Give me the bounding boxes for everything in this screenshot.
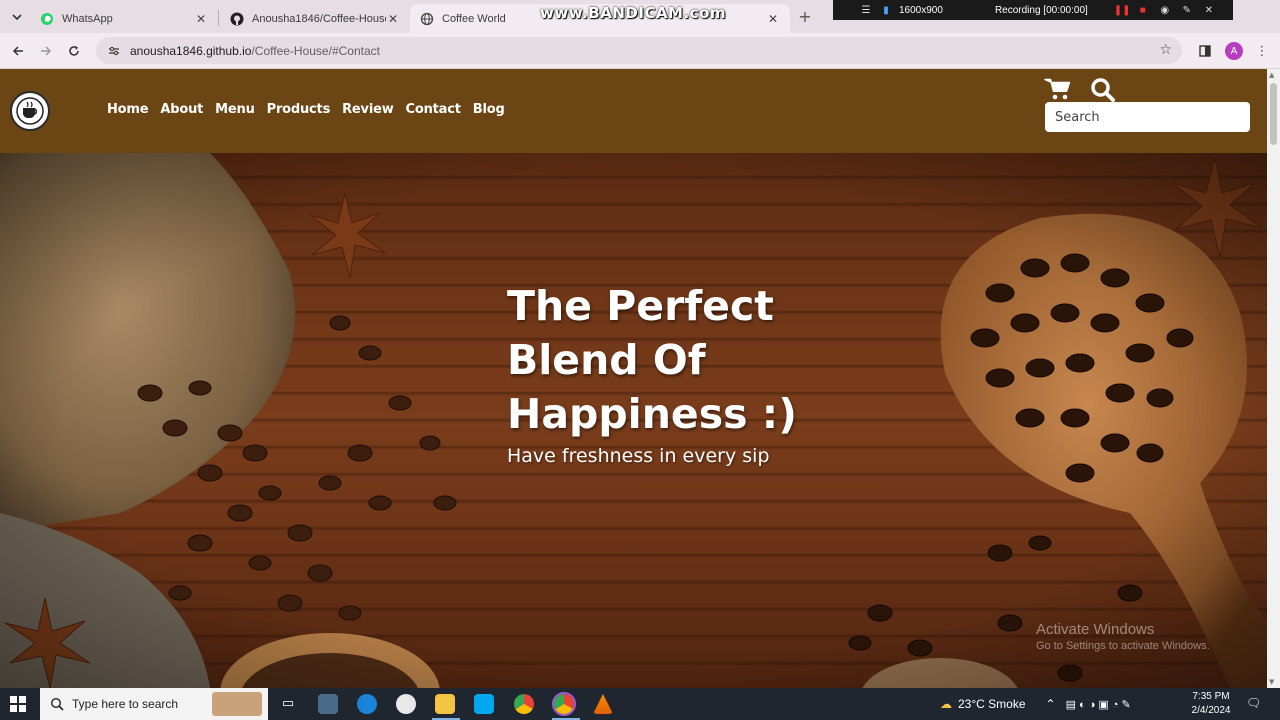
url-path: /Coffee-House/#Contact xyxy=(251,43,380,58)
camera-icon[interactable]: ◉ xyxy=(1158,5,1172,16)
start-button[interactable] xyxy=(10,696,26,712)
windows-logo-icon xyxy=(10,696,26,712)
nav-home[interactable]: Home xyxy=(107,102,149,117)
hero-title: The Perfect Blend Of Happiness :) xyxy=(507,282,797,438)
page-viewport: Home About Menu Products Review Contact … xyxy=(0,69,1267,688)
pencil-icon[interactable]: ✎ xyxy=(1180,5,1194,16)
vlc-icon[interactable] xyxy=(593,694,613,714)
side-panel-button[interactable] xyxy=(1195,41,1215,61)
skype-icon[interactable] xyxy=(474,694,494,714)
notification-icon[interactable]: 🗨 xyxy=(1246,696,1262,712)
url-host: anousha1846.github.io xyxy=(130,43,252,58)
taskbar-search-placeholder: Type here to search xyxy=(72,697,179,711)
reload-button[interactable] xyxy=(62,39,86,63)
nav-about[interactable]: About xyxy=(160,102,203,117)
hero-subtitle: Have freshness in every sip xyxy=(507,445,770,467)
browser-toolbar: anousha1846.github.io/Coffee-House/#Cont… xyxy=(0,33,1280,69)
address-bar[interactable]: anousha1846.github.io/Coffee-House/#Cont… xyxy=(96,37,1182,64)
pause-icon[interactable]: ❚❚ xyxy=(1114,5,1131,16)
search-highlight-image xyxy=(212,692,262,716)
nav-review[interactable]: Review xyxy=(342,102,394,117)
tab-title: Anousha1846/Coffee-House: C xyxy=(252,12,386,25)
scroll-down-icon[interactable]: ▼ xyxy=(1269,678,1274,686)
recorder-bar: ☰ ▮ 1600x900 Recording [00:00:00] ❚❚ ■ ◉… xyxy=(833,0,1233,20)
bookmark-star-icon[interactable]: ☆ xyxy=(1159,42,1172,58)
close-icon[interactable]: ✕ xyxy=(194,12,208,26)
search-icon xyxy=(50,697,64,711)
side-panel-icon xyxy=(1199,45,1211,57)
stop-icon[interactable]: ■ xyxy=(1136,5,1150,16)
close-icon[interactable]: ✕ xyxy=(386,12,400,26)
forward-button[interactable] xyxy=(34,39,58,63)
nav-menu[interactable]: Menu xyxy=(215,102,255,117)
recorder-resolution: 1600x900 xyxy=(899,4,943,16)
menu-icon[interactable]: ☰ xyxy=(859,5,873,16)
edge-icon[interactable] xyxy=(357,694,377,714)
scrollbar-thumb[interactable] xyxy=(1270,83,1277,145)
chevron-down-icon xyxy=(12,14,22,21)
hero-section: The Perfect Blend Of Happiness :) Have f… xyxy=(0,153,1267,688)
tray-icons[interactable]: ▤ ◐ ◑ ▣ ◔ ✎ xyxy=(1066,698,1131,711)
clock-time: 7:35 PM xyxy=(1192,691,1230,702)
file-explorer-icon[interactable] xyxy=(435,694,455,714)
tab-github[interactable]: Anousha1846/Coffee-House: C ✕ xyxy=(220,4,410,33)
taskbar-clock[interactable]: 7:35 PM 2/4/2024 xyxy=(1188,690,1234,718)
nav-products[interactable]: Products xyxy=(267,102,331,117)
site-header: Home About Menu Products Review Contact … xyxy=(0,69,1267,153)
scroll-up-icon[interactable]: ▲ xyxy=(1269,71,1274,79)
site-info-icon[interactable] xyxy=(108,44,122,58)
url-text: anousha1846.github.io/Coffee-House/#Cont… xyxy=(130,44,380,58)
clock-date: 2/4/2024 xyxy=(1191,705,1231,716)
windows-taskbar: Type here to search ▭ ☁ 23°C Smoke ⌃ ▤ ◐… xyxy=(0,688,1280,720)
nav-blog[interactable]: Blog xyxy=(473,102,505,117)
main-nav: Home About Menu Products Review Contact … xyxy=(107,102,517,117)
recorder-watermark: www.BANDICAM.com xyxy=(540,4,727,22)
weather-text[interactable]: 23°C Smoke xyxy=(958,697,1026,711)
task-view-icon[interactable]: ▭ xyxy=(278,694,298,714)
chrome-icon[interactable] xyxy=(514,694,534,714)
watermark-line-2: Go to Settings to activate Windows. xyxy=(1036,640,1210,652)
tab-strip: WhatsApp ✕ Anousha1846/Coffee-House: C ✕… xyxy=(0,0,1280,33)
site-search-input[interactable] xyxy=(1045,102,1250,132)
recorder-status: Recording [00:00:00] xyxy=(994,4,1088,16)
app-icon-1[interactable] xyxy=(318,694,338,714)
nav-contact[interactable]: Contact xyxy=(406,102,461,117)
windows-activation-watermark: Activate Windows Go to Settings to activ… xyxy=(1036,621,1210,652)
tab-whatsapp[interactable]: WhatsApp ✕ xyxy=(30,4,218,33)
arrow-right-icon xyxy=(41,46,52,56)
reload-icon xyxy=(69,46,79,56)
taskbar-search[interactable]: Type here to search xyxy=(40,688,268,720)
whatsapp-icon xyxy=(40,12,54,26)
tab-title: WhatsApp xyxy=(62,12,113,25)
close-icon[interactable]: ✕ xyxy=(1202,5,1216,16)
close-icon[interactable]: ✕ xyxy=(766,12,780,26)
coffee-cup-icon xyxy=(16,97,44,125)
globe-icon xyxy=(420,12,434,26)
weather-icon[interactable]: ☁ xyxy=(940,697,952,711)
browser-menu-button[interactable]: ⋮ xyxy=(1252,41,1272,61)
arrow-left-icon xyxy=(12,46,23,56)
site-logo[interactable] xyxy=(10,91,50,131)
avatar: A xyxy=(1225,42,1243,60)
profile-button[interactable]: A xyxy=(1224,41,1244,61)
microphone-icon: ▮ xyxy=(883,4,889,16)
watermark-line-1: Activate Windows xyxy=(1036,621,1155,638)
back-button[interactable] xyxy=(6,39,30,63)
github-icon xyxy=(230,12,244,26)
more-vertical-icon: ⋮ xyxy=(1255,43,1269,59)
tab-search-button[interactable] xyxy=(8,8,26,26)
tab-separator xyxy=(218,10,219,26)
chevron-up-icon[interactable]: ⌃ xyxy=(1046,697,1056,711)
new-tab-button[interactable]: + xyxy=(795,7,815,27)
chrome-profile-icon[interactable] xyxy=(552,692,576,716)
system-tray: ☁ 23°C Smoke ⌃ ▤ ◐ ◑ ▣ ◔ ✎ xyxy=(940,688,1131,720)
page-scrollbar[interactable]: ▲ ▼ xyxy=(1267,69,1280,688)
app-icon-3[interactable] xyxy=(396,694,416,714)
